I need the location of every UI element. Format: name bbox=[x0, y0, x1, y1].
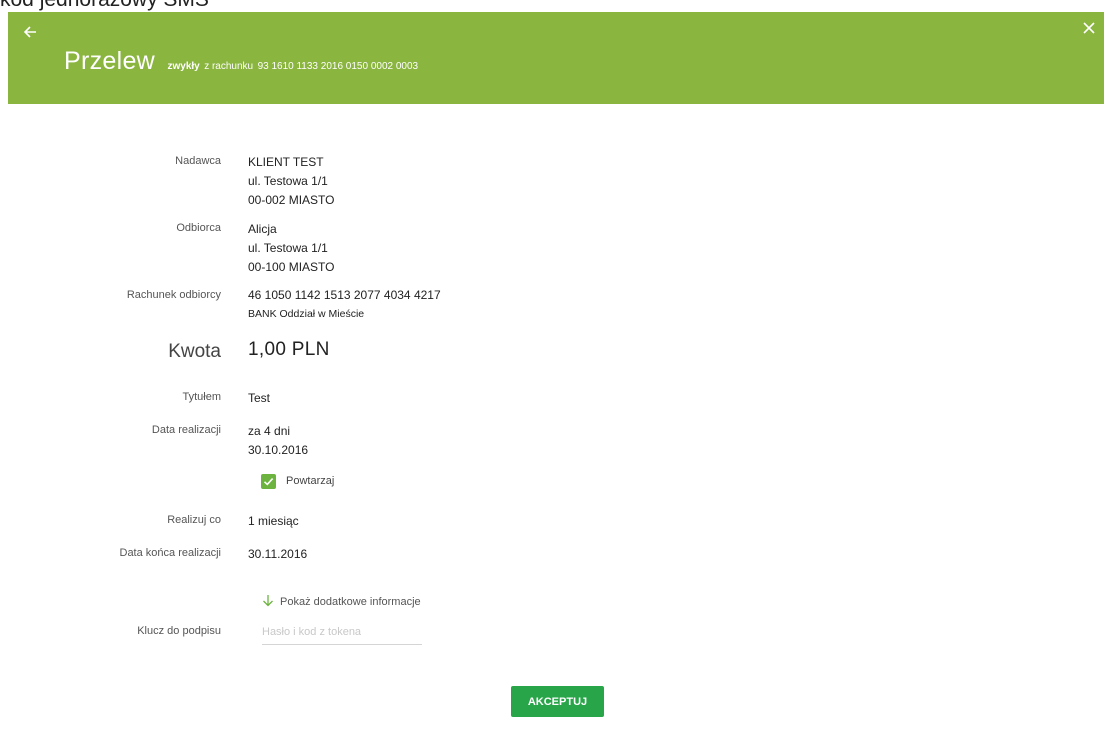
recipient-line: ul. Testowa 1/1 bbox=[248, 241, 328, 255]
execution-date-relative: za 4 dni bbox=[248, 424, 291, 438]
sender-value: KLIENT TEST ul. Testowa 1/1 00-002 MIAST… bbox=[248, 153, 334, 210]
execution-date-date: 30.10.2016 bbox=[248, 443, 309, 457]
end-date-value: 30.11.2016 bbox=[248, 547, 308, 561]
source-account-number: 93 1610 1133 2016 0150 0002 0003 bbox=[257, 61, 419, 72]
arrow-down-icon bbox=[262, 594, 274, 610]
sender-line: KLIENT TEST bbox=[248, 155, 324, 169]
execution-date-label: Data realizacji bbox=[151, 424, 221, 436]
back-arrow-icon[interactable] bbox=[20, 22, 40, 42]
frequency-value: 1 miesiąc bbox=[248, 514, 299, 528]
transfer-type: zwykły bbox=[167, 61, 200, 72]
recipient-account-number: 46 1050 1142 1513 2077 4034 4217 bbox=[248, 288, 441, 302]
sender-line: ul. Testowa 1/1 bbox=[248, 174, 328, 188]
show-more-info-link[interactable]: Pokaż dodatkowe informacje bbox=[262, 594, 421, 610]
recipient-line: Alicja bbox=[248, 222, 277, 236]
signature-key-input[interactable] bbox=[262, 620, 422, 645]
title-label: Tytułem bbox=[182, 391, 221, 403]
sender-line: 00-002 MIASTO bbox=[248, 193, 335, 207]
recipient-bank-name: BANK Oddział w Mieście bbox=[248, 308, 365, 320]
amount-label: Kwota bbox=[168, 341, 221, 362]
top-instruction-text: kod jednorazowy SMS bbox=[0, 0, 209, 12]
close-icon[interactable] bbox=[1080, 19, 1098, 37]
repeat-label[interactable]: Powtarzaj bbox=[286, 475, 334, 487]
recipient-label: Odbiorca bbox=[176, 222, 221, 234]
transfer-header: Przelew zwykły z rachunku 93 1610 1133 2… bbox=[8, 12, 1104, 104]
title-value: Test bbox=[248, 391, 271, 405]
repeat-checkbox[interactable] bbox=[261, 474, 276, 489]
sender-label: Nadawca bbox=[175, 155, 221, 167]
amount-value: 1,00 PLN bbox=[248, 339, 330, 360]
recipient-line: 00-100 MIASTO bbox=[248, 260, 335, 274]
title-main: Przelew bbox=[64, 47, 156, 75]
end-date-label: Data końca realizacji bbox=[119, 547, 222, 559]
signature-label: Klucz do podpisu bbox=[137, 625, 221, 637]
show-more-info-label: Pokaż dodatkowe informacje bbox=[280, 595, 421, 608]
from-account-label: z rachunku bbox=[204, 61, 254, 72]
recipient-account-value: 46 1050 1142 1513 2077 4034 4217 BANK Od… bbox=[248, 286, 441, 324]
execution-date-value: za 4 dni 30.10.2016 bbox=[248, 422, 308, 460]
accept-button[interactable]: AKCEPTUJ bbox=[511, 686, 604, 717]
frequency-label: Realizuj co bbox=[167, 514, 221, 526]
recipient-account-label: Rachunek odbiorcy bbox=[126, 289, 221, 301]
page-title: Przelew zwykły z rachunku 93 1610 1133 2… bbox=[64, 47, 418, 76]
recipient-value: Alicja ul. Testowa 1/1 00-100 MIASTO bbox=[248, 220, 334, 277]
